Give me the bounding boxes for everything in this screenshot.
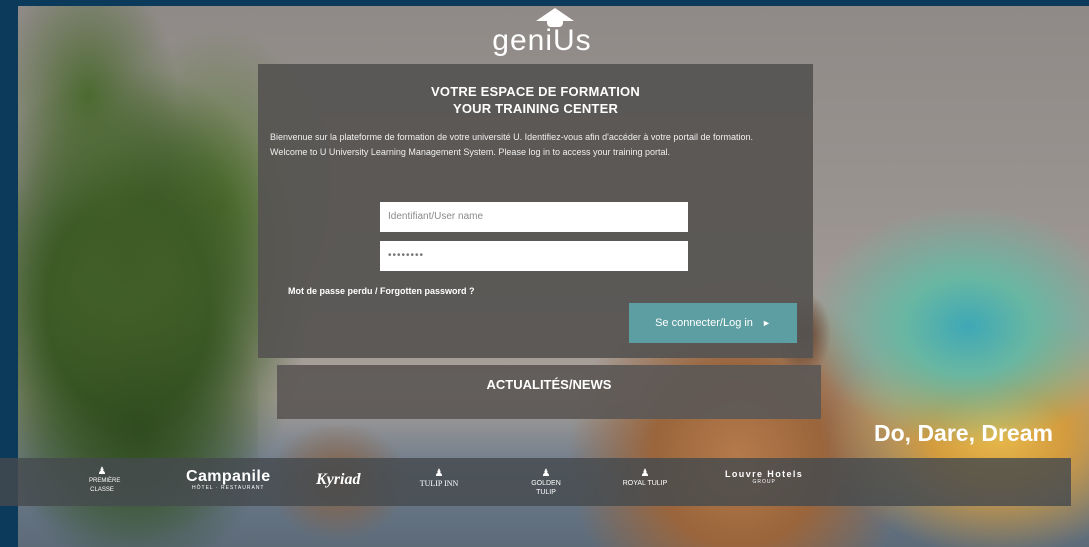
brand-campanile: Campanile HÔTEL · RESTAURANT: [186, 468, 271, 491]
genius-logo: geniUs: [492, 8, 592, 66]
logo-text: geniUs: [492, 24, 592, 57]
tulip-logo-icon: ♟: [541, 468, 551, 479]
brand-louvre-hotels: Louvre Hotels GROUP: [725, 469, 804, 485]
brand-bar: ♟ PREMIÈRE CLASSE Campanile HÔTEL · REST…: [0, 458, 1071, 506]
panel-title-en: YOUR TRAINING CENTER: [452, 101, 619, 116]
tulip-logo-icon: ♟: [434, 468, 444, 479]
welcome-text: Bienvenue sur la plateforme de formation…: [270, 130, 800, 160]
panel-title-fr: VOTRE ESPACE DE FORMATION: [431, 84, 640, 99]
tulip-logo-icon: ♟: [640, 468, 650, 479]
brand-royal-tulip: ♟ ROYAL TULIP: [622, 468, 668, 487]
welcome-text-en: Welcome to U University Learning Managem…: [270, 147, 671, 157]
login-panel: VOTRE ESPACE DE FORMATION YOUR TRAINING …: [258, 64, 813, 358]
forgot-password-link[interactable]: Mot de passe perdu / Forgotten password …: [288, 286, 475, 296]
news-button[interactable]: ACTUALITÉS/NEWS: [277, 365, 821, 419]
login-button[interactable]: Se connecter/Log in ►: [629, 303, 797, 343]
brand-golden-tulip: ♟ GOLDEN TULIP: [523, 468, 569, 497]
play-arrow-icon: ►: [762, 318, 771, 328]
password-input[interactable]: ••••••••: [380, 241, 688, 271]
hotel-logo-icon: ♟: [97, 466, 107, 477]
brand-tulip-inn: ♟ TULIP INN: [416, 468, 462, 488]
slogan: Do, Dare, Dream: [874, 420, 1053, 446]
login-button-label: Se connecter/Log in: [655, 317, 753, 329]
username-input[interactable]: Identifiant/User name: [380, 202, 688, 232]
welcome-text-fr: Bienvenue sur la plateforme de formation…: [270, 132, 753, 142]
brand-kyriad: Kyriad: [316, 471, 361, 488]
brand-premiere-classe: ♟ PREMIÈRE CLASSE: [89, 466, 121, 493]
